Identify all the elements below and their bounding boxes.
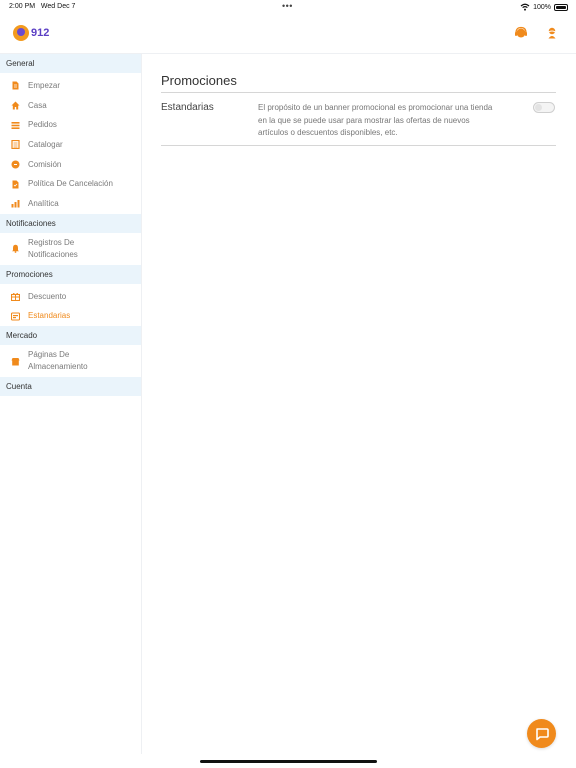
promo-row-estandarias: Estandarias El propósito de un banner pr… — [161, 100, 556, 146]
sidebar-item-pedidos[interactable]: Pedidos — [0, 115, 141, 135]
section-notificaciones: Notificaciones — [0, 213, 141, 233]
list-icon — [11, 121, 20, 130]
chat-button[interactable] — [527, 719, 556, 748]
support-agent-icon[interactable] — [514, 26, 528, 40]
section-mercado: Mercado — [0, 326, 141, 346]
sidebar-item-politica-cancelacion[interactable]: Política De Cancelación — [0, 174, 141, 194]
sidebar-item-registros-notificaciones[interactable]: Registros De Notificaciones — [0, 233, 141, 265]
banner-icon — [11, 312, 20, 321]
section-promociones: Promociones — [0, 264, 141, 284]
user-avatar-icon[interactable] — [545, 26, 559, 40]
battery-percent: 100% — [533, 3, 551, 11]
catalog-icon — [11, 140, 20, 150]
status-date: Wed Dec 7 — [40, 3, 76, 10]
sidebar-item-catalogar[interactable]: Catalogar — [0, 135, 141, 155]
estandarias-toggle[interactable] — [533, 102, 555, 113]
bell-icon — [11, 244, 20, 254]
status-bar: 2:00 PM Wed Dec 7 ••• 100% — [0, 0, 576, 14]
section-cuenta: Cuenta — [0, 377, 141, 397]
sidebar-item-comision[interactable]: Comisión — [0, 155, 141, 175]
home-icon — [11, 101, 20, 110]
sidebar-nav: General Empezar Casa Pedidos Catalogar C… — [0, 54, 142, 754]
coin-icon — [11, 160, 20, 169]
sidebar-item-descuento[interactable]: Descuento — [0, 287, 141, 307]
chat-bubble-icon — [535, 727, 549, 740]
title-divider — [161, 92, 556, 93]
row-label: Estandarias — [161, 102, 214, 113]
sidebar-item-casa[interactable]: Casa — [0, 96, 141, 116]
policy-icon — [11, 180, 20, 189]
toggle-knob — [535, 104, 542, 111]
status-time: 2:00 PM — [9, 3, 36, 10]
section-general: General — [0, 54, 141, 73]
sidebar-item-paginas-almacenamiento[interactable]: Páginas De Almacenamiento — [0, 345, 141, 377]
logo-text: 912 — [31, 27, 50, 39]
discount-icon — [11, 292, 20, 302]
logo-mark-icon — [13, 25, 29, 41]
sidebar-item-empezar[interactable]: Empezar — [0, 76, 141, 96]
store-icon — [11, 357, 20, 366]
app-logo[interactable]: 912 — [13, 25, 49, 41]
multitask-dots[interactable]: ••• — [282, 1, 293, 11]
doc-icon — [11, 81, 20, 90]
home-indicator[interactable] — [200, 760, 377, 763]
sidebar-item-analitica[interactable]: Analítica — [0, 194, 141, 214]
battery-icon — [554, 3, 568, 11]
top-header: 912 — [0, 14, 576, 54]
row-description: El propósito de un banner promocional es… — [258, 103, 493, 137]
page-title: Promociones — [161, 73, 237, 88]
chart-icon — [11, 199, 20, 208]
sidebar-item-estandarias[interactable]: Estandarias — [0, 307, 141, 327]
wifi-icon — [520, 3, 530, 11]
